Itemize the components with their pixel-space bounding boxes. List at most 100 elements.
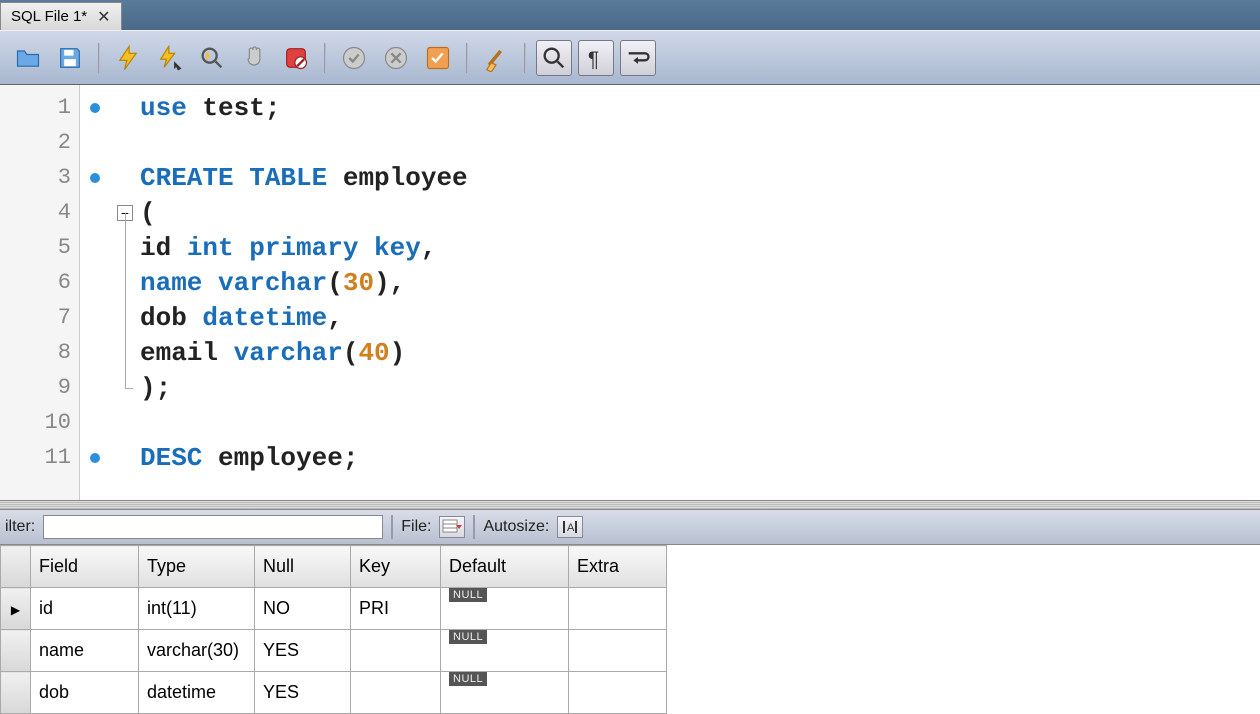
- code-line[interactable]: use test;: [140, 90, 1260, 125]
- grid-cell[interactable]: YES: [255, 672, 351, 714]
- grid-cell[interactable]: datetime: [139, 672, 255, 714]
- table-row[interactable]: dobdatetimeYES NULL: [1, 672, 667, 714]
- grid-cell[interactable]: PRI: [351, 588, 441, 630]
- fold-slot: −: [110, 195, 140, 230]
- code-token: ),: [374, 268, 405, 298]
- stop-error-button[interactable]: [278, 40, 314, 76]
- code-line[interactable]: dob datetime,: [140, 300, 1260, 335]
- code-token: dob: [140, 303, 202, 333]
- find-button[interactable]: [536, 40, 572, 76]
- marker-gutter: [80, 85, 110, 500]
- marker-slot: [80, 370, 110, 405]
- code-token: (: [140, 198, 156, 228]
- magnifier-lightning-icon: [198, 44, 226, 72]
- filter-input[interactable]: [43, 515, 383, 539]
- fold-slot: [110, 405, 140, 440]
- column-header[interactable]: Null: [255, 546, 351, 588]
- code-line[interactable]: CREATE TABLE employee: [140, 160, 1260, 195]
- grid-cell[interactable]: YES: [255, 630, 351, 672]
- line-number: 3: [0, 160, 79, 195]
- grid-cell[interactable]: dob: [31, 672, 139, 714]
- autosize-button[interactable]: A: [557, 516, 583, 538]
- code-line[interactable]: );: [140, 370, 1260, 405]
- null-badge: NULL: [449, 588, 487, 602]
- grid-cell[interactable]: NULL: [441, 630, 569, 672]
- row-header[interactable]: [1, 588, 31, 630]
- code-line[interactable]: name varchar(30),: [140, 265, 1260, 300]
- search-button[interactable]: [194, 40, 230, 76]
- code-line[interactable]: [140, 125, 1260, 160]
- close-icon[interactable]: ✕: [97, 7, 110, 27]
- line-number: 9: [0, 370, 79, 405]
- table-row[interactable]: idint(11)NOPRI NULL: [1, 588, 667, 630]
- results-grid[interactable]: FieldTypeNullKeyDefaultExtra idint(11)NO…: [0, 545, 667, 714]
- sql-editor[interactable]: 1234567891011 − use test; CREATE TABLE em…: [0, 85, 1260, 500]
- marker-slot: [80, 405, 110, 440]
- column-header[interactable]: Extra: [569, 546, 667, 588]
- export-icon: [442, 519, 462, 535]
- column-header[interactable]: Type: [139, 546, 255, 588]
- grid-cell[interactable]: NULL: [441, 588, 569, 630]
- statement-marker-icon: [90, 453, 100, 463]
- execute-button[interactable]: [110, 40, 146, 76]
- grid-cell[interactable]: [351, 672, 441, 714]
- code-token: DESC: [140, 443, 202, 473]
- grid-cell[interactable]: [569, 630, 667, 672]
- code-token: use: [140, 93, 187, 123]
- grid-cell[interactable]: NO: [255, 588, 351, 630]
- column-header[interactable]: Default: [441, 546, 569, 588]
- save-button[interactable]: [52, 40, 88, 76]
- marker-slot: [80, 195, 110, 230]
- code-token: email: [140, 338, 234, 368]
- code-line[interactable]: [140, 405, 1260, 440]
- statement-marker-icon: [90, 173, 100, 183]
- toolbar-separator: [98, 43, 100, 73]
- commit-button[interactable]: [336, 40, 372, 76]
- beautify-button[interactable]: [478, 40, 514, 76]
- code-token: (: [343, 338, 359, 368]
- row-header[interactable]: [1, 630, 31, 672]
- autocommit-button[interactable]: [420, 40, 456, 76]
- line-number: 8: [0, 335, 79, 370]
- export-file-button[interactable]: [439, 516, 465, 538]
- grid-cell[interactable]: varchar(30): [139, 630, 255, 672]
- code-line[interactable]: email varchar(40): [140, 335, 1260, 370]
- grid-cell[interactable]: [569, 672, 667, 714]
- fold-slot: [110, 440, 140, 475]
- broom-icon: [482, 44, 510, 72]
- code-token: 30: [343, 268, 374, 298]
- stop-button[interactable]: [236, 40, 272, 76]
- grid-cell[interactable]: id: [31, 588, 139, 630]
- word-wrap-button[interactable]: [620, 40, 656, 76]
- tab-bar: SQL File 1* ✕: [0, 0, 1260, 30]
- code-area[interactable]: use test;CREATE TABLE employee(id int pr…: [140, 85, 1260, 500]
- filter-label: ilter:: [5, 518, 35, 536]
- code-token: );: [140, 373, 171, 403]
- open-file-button[interactable]: [10, 40, 46, 76]
- show-whitespace-button[interactable]: ¶: [578, 40, 614, 76]
- lightning-icon: [114, 44, 142, 72]
- grid-cell[interactable]: [569, 588, 667, 630]
- grid-cell[interactable]: [351, 630, 441, 672]
- tab-sql-file[interactable]: SQL File 1* ✕: [0, 2, 122, 30]
- marker-slot: [80, 265, 110, 300]
- code-line[interactable]: DESC employee;: [140, 440, 1260, 475]
- marker-slot: [80, 440, 110, 475]
- line-number: 11: [0, 440, 79, 475]
- grid-cell[interactable]: int(11): [139, 588, 255, 630]
- splitter[interactable]: [0, 500, 1260, 510]
- code-line[interactable]: (: [140, 195, 1260, 230]
- row-header[interactable]: [1, 672, 31, 714]
- table-row[interactable]: namevarchar(30)YES NULL: [1, 630, 667, 672]
- code-line[interactable]: id int primary key,: [140, 230, 1260, 265]
- column-header[interactable]: Field: [31, 546, 139, 588]
- lightning-cursor-icon: [156, 44, 184, 72]
- column-header[interactable]: Key: [351, 546, 441, 588]
- toolbar-separator: [466, 43, 468, 73]
- grid-cell[interactable]: name: [31, 630, 139, 672]
- rollback-button[interactable]: [378, 40, 414, 76]
- line-number-gutter: 1234567891011: [0, 85, 80, 500]
- execute-current-button[interactable]: [152, 40, 188, 76]
- check-circle-icon: [340, 44, 368, 72]
- grid-cell[interactable]: NULL: [441, 672, 569, 714]
